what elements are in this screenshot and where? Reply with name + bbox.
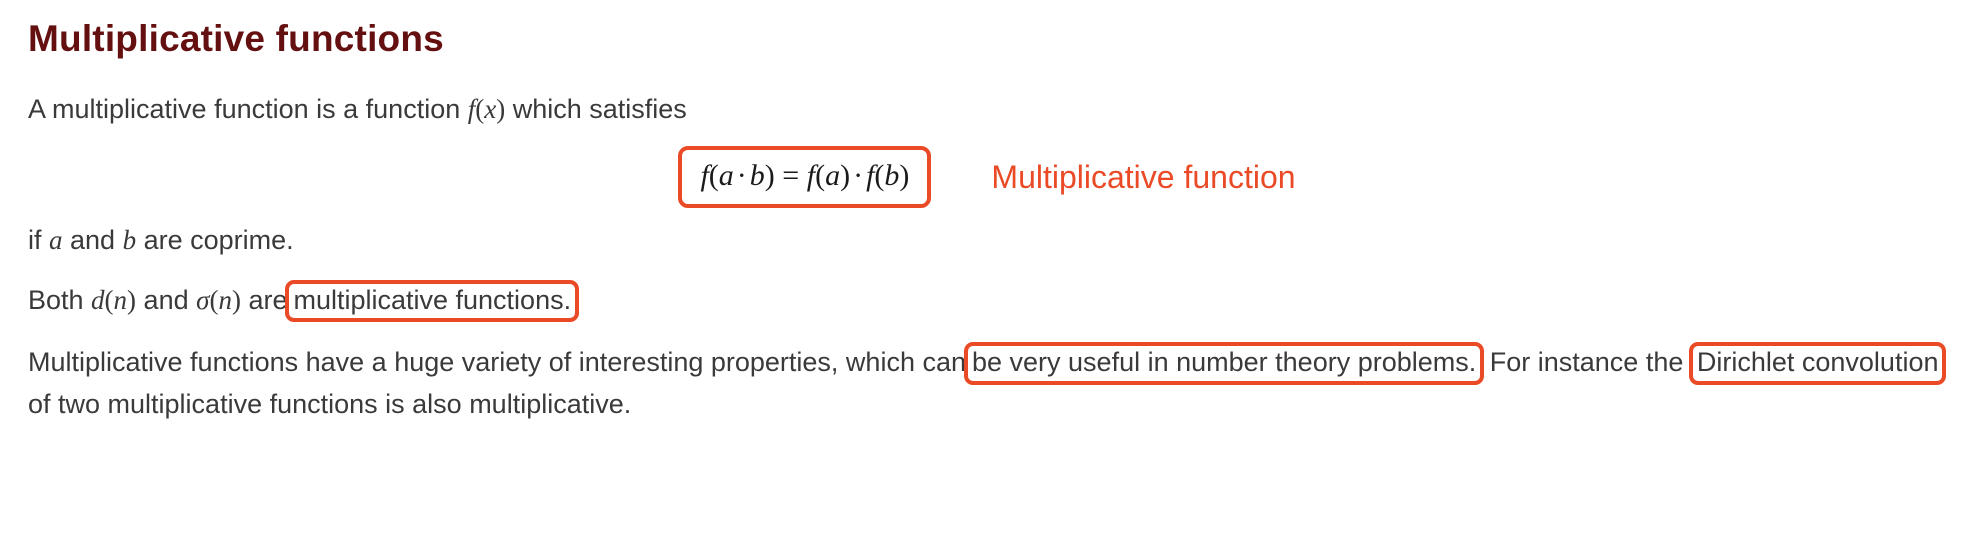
math-a: a <box>49 225 63 255</box>
math-paren-open: ( <box>874 159 884 192</box>
equation-box: f(a·b) = f(a)·f(b) <box>678 146 931 208</box>
math-b: b <box>750 159 765 192</box>
math-b: b <box>884 159 899 192</box>
math-paren-open: ( <box>105 285 114 315</box>
para-examples: Both d(n) and σ(n) are multiplicative fu… <box>28 280 1946 322</box>
math-paren-close: ) <box>765 159 775 192</box>
math-paren-close: ) <box>496 94 505 124</box>
math-a: a <box>825 159 840 192</box>
text: A multiplicative function is a function <box>28 94 468 124</box>
math-a: a <box>719 159 734 192</box>
para-intro: A multiplicative function is a function … <box>28 90 1946 129</box>
text: Multiplicative functions have a huge var… <box>28 347 966 377</box>
para-condition: if a and b are coprime. <box>28 221 1946 260</box>
math-paren-close: ) <box>127 285 136 315</box>
highlight-dirichlet-convolution: Dirichlet convolution <box>1689 342 1947 384</box>
equation-row: f(a·b) = f(a)·f(b) Multiplicative functi… <box>28 149 1946 205</box>
math-b: b <box>123 225 137 255</box>
text: and <box>136 285 196 315</box>
text: and <box>63 225 123 255</box>
text: are <box>241 285 288 315</box>
text: For instance the <box>1482 347 1691 377</box>
math-cdot: · <box>734 159 750 192</box>
text: which satisfies <box>505 94 687 124</box>
math-paren-close: ) <box>232 285 241 315</box>
math-sigma: σ <box>196 285 209 315</box>
math-x: x <box>484 94 496 124</box>
highlight-useful-number-theory: be very useful in number theory problems… <box>964 342 1484 384</box>
math-f: f <box>807 159 815 192</box>
math-d: d <box>91 285 105 315</box>
math-paren-open: ( <box>709 159 719 192</box>
text: are coprime. <box>136 225 294 255</box>
math-paren-close: ) <box>899 159 909 192</box>
para-properties: Multiplicative functions have a huge var… <box>28 342 1946 424</box>
section-heading: Multiplicative functions <box>28 12 1946 66</box>
math-equals: = <box>775 159 807 192</box>
text: if <box>28 225 49 255</box>
text: of two multiplicative functions is also … <box>28 389 631 419</box>
math-n: n <box>218 285 232 315</box>
highlight-multiplicative-functions: multiplicative functions. <box>285 280 579 322</box>
math-n: n <box>114 285 128 315</box>
math-f: f <box>700 159 708 192</box>
math-paren-open: ( <box>475 94 484 124</box>
math-paren-open: ( <box>815 159 825 192</box>
text: Both <box>28 285 91 315</box>
math-paren-close: ) <box>840 159 850 192</box>
math-cdot: · <box>850 159 866 192</box>
equation-label: Multiplicative function <box>991 154 1295 200</box>
